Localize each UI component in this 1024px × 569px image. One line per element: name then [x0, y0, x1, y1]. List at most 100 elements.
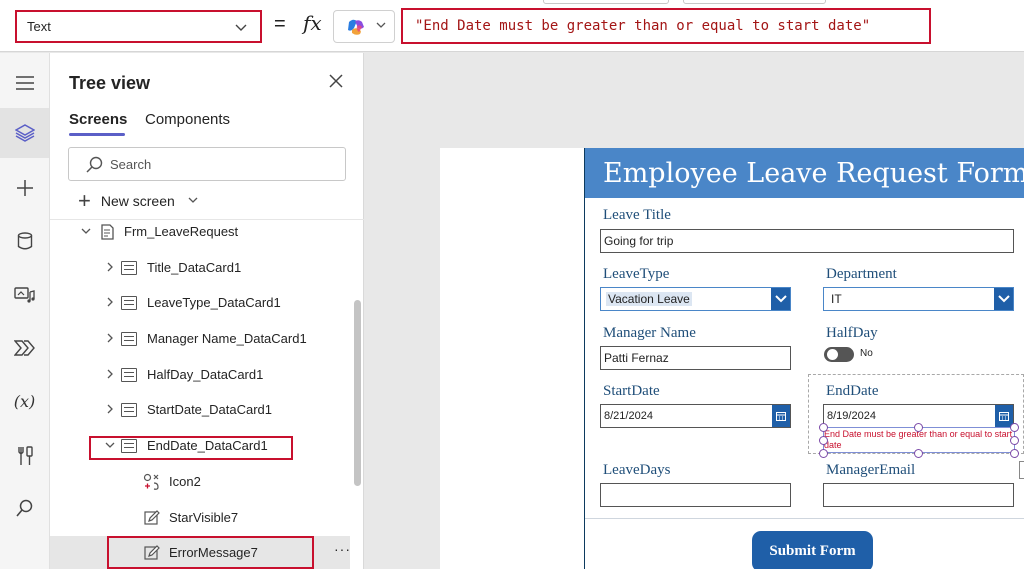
datacard-icon [121, 261, 137, 275]
layers-icon[interactable] [0, 108, 49, 158]
icon-control-icon [143, 473, 161, 491]
chevron-down-icon [187, 194, 199, 209]
formula-bar: Text = fx "End Date must be greater than… [0, 0, 1024, 52]
leave-type-dropdown[interactable]: Vacation Leave [600, 287, 791, 311]
resize-handle[interactable] [1010, 436, 1019, 445]
manager-name-input[interactable]: Patti Fernaz [600, 346, 791, 370]
resize-handle[interactable] [819, 449, 828, 458]
hamburger-icon[interactable] [0, 58, 49, 108]
tab-screens[interactable]: Screens [69, 111, 127, 128]
chevron-right-icon [104, 296, 116, 311]
leave-title-label: Leave Title [603, 207, 671, 223]
start-date-value: 8/21/2024 [604, 410, 653, 422]
form-icon [100, 224, 116, 240]
edit-icon [144, 510, 160, 525]
form-title: Employee Leave Request Form [603, 157, 1024, 189]
department-label: Department [826, 266, 897, 282]
offscreen-control-stub [1019, 461, 1024, 479]
tree-view-title: Tree view [69, 73, 151, 93]
resize-handle[interactable] [914, 423, 923, 432]
chevron-down-icon [771, 288, 790, 310]
manager-email-label: ManagerEmail [826, 462, 916, 478]
new-screen-label: New screen [100, 193, 175, 209]
error-message-text: End Date must be greater than or equal t… [824, 429, 1013, 450]
copilot-button[interactable] [333, 10, 395, 43]
department-dropdown[interactable]: IT [823, 287, 1014, 311]
resize-handle[interactable] [1010, 423, 1019, 432]
left-rail: (x) [0, 53, 50, 569]
toolbar-button-stub[interactable] [683, 0, 826, 4]
manager-name-label: Manager Name [603, 325, 696, 341]
leave-type-label: LeaveType [603, 266, 670, 282]
chevron-down-icon [375, 19, 387, 34]
halfday-toggle[interactable] [824, 347, 854, 362]
tree-item-label: Icon2 [169, 474, 201, 489]
manager-email-input[interactable] [823, 483, 1014, 507]
tree-item-starvisible[interactable]: StarVisible7 [50, 501, 350, 536]
chevron-right-icon [104, 403, 116, 418]
start-date-label: StartDate [603, 383, 660, 399]
media-icon[interactable] [0, 270, 49, 320]
end-date-label: EndDate [826, 383, 879, 399]
chevron-down-icon [234, 20, 248, 37]
form-divider [585, 518, 1024, 519]
tree-item-datacard[interactable]: LeaveType_DataCard1 [50, 286, 350, 321]
tab-components[interactable]: Components [145, 111, 230, 128]
submit-form-button[interactable]: Submit Form [752, 531, 873, 569]
end-date-value: 8/19/2024 [827, 410, 876, 422]
active-tab-indicator [69, 133, 125, 136]
property-value: Text [27, 19, 51, 34]
toolbar-button-stub[interactable] [543, 0, 669, 4]
resize-handle[interactable] [914, 449, 923, 458]
property-dropdown[interactable]: Text [15, 10, 262, 43]
plus-icon: + [78, 188, 91, 213]
database-icon[interactable] [0, 216, 49, 266]
copilot-icon [346, 18, 366, 41]
datacard-icon [121, 296, 137, 310]
chevron-right-icon [104, 368, 116, 383]
tree-item-form[interactable]: Frm_LeaveRequest [50, 215, 350, 250]
tree-item-datacard[interactable]: Title_DataCard1 [50, 251, 350, 286]
search-placeholder: Search [110, 157, 152, 172]
formula-input[interactable]: "End Date must be greater than or equal … [401, 8, 931, 44]
power-automate-icon[interactable] [0, 323, 49, 373]
variables-icon[interactable]: (x) [0, 376, 49, 426]
close-icon[interactable] [328, 73, 344, 89]
new-screen-button[interactable]: + New screen [78, 188, 199, 213]
search-icon [85, 156, 103, 179]
leave-title-input[interactable]: Going for trip [600, 229, 1014, 253]
plus-icon[interactable] [0, 163, 49, 213]
tree-item-icon2[interactable]: Icon2 [50, 465, 350, 500]
form-header: Employee Leave Request Form [585, 148, 1024, 198]
halfday-toggle-label: No [860, 348, 873, 359]
variables-glyph: (x) [13, 391, 36, 411]
tree-scrollbar[interactable] [354, 300, 361, 486]
tree-item-label: LeaveType_DataCard1 [147, 295, 281, 310]
tree-item-label: Frm_LeaveRequest [124, 224, 239, 239]
tree-item-label: StartDate_DataCard1 [147, 402, 273, 417]
equals-sign: = [274, 13, 286, 35]
resize-handle[interactable] [819, 423, 828, 432]
chevron-right-icon [104, 261, 116, 276]
tree-item-label: Title_DataCard1 [147, 260, 242, 275]
halfday-label: HalfDay [826, 325, 878, 341]
chevron-down-icon [80, 225, 92, 240]
leave-days-input[interactable] [600, 483, 791, 507]
more-options-icon[interactable]: ··· [334, 541, 351, 557]
leave-type-value: Vacation Leave [606, 292, 692, 306]
datacard-icon [121, 332, 137, 346]
department-value: IT [831, 292, 842, 306]
start-date-picker[interactable]: 8/21/2024 [600, 404, 791, 428]
tree-search-input[interactable]: Search [68, 147, 346, 181]
search-icon[interactable] [0, 483, 49, 533]
resize-handle[interactable] [819, 436, 828, 445]
tools-icon[interactable] [0, 431, 49, 481]
resize-handle[interactable] [1010, 449, 1019, 458]
tree-item-datacard[interactable]: Manager Name_DataCard1 [50, 322, 350, 357]
tree-item-datacard[interactable]: StartDate_DataCard1 [50, 393, 350, 428]
leave-days-label: LeaveDays [603, 462, 671, 478]
fx-icon[interactable]: fx [303, 11, 322, 35]
datacard-icon [121, 403, 137, 417]
tree-item-datacard[interactable]: HalfDay_DataCard1 [50, 358, 350, 393]
highlight-box [107, 536, 314, 569]
